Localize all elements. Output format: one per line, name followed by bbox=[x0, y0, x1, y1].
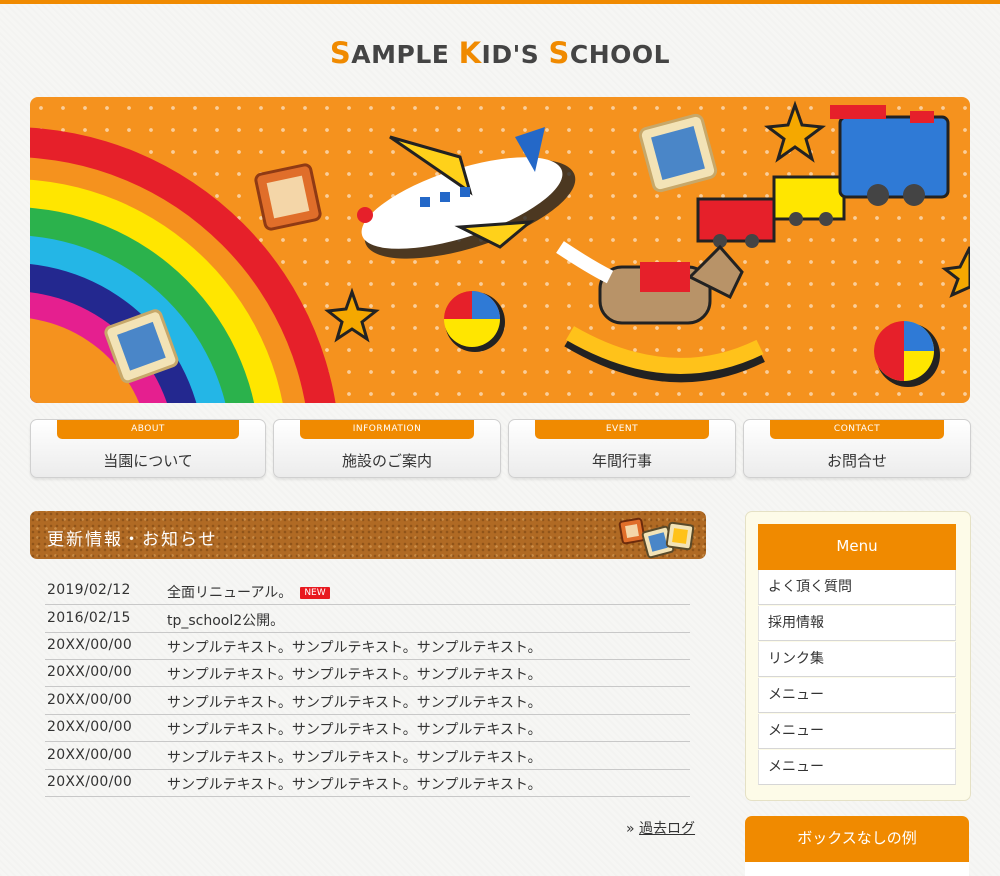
nav-label: 当園について bbox=[103, 452, 193, 470]
nav-item-contact[interactable]: CONTACT お問合せ bbox=[743, 419, 971, 478]
news-row: 20XX/00/00 サンプルテキスト。サンプルテキスト。サンプルテキスト。 bbox=[45, 659, 690, 687]
news-date: 20XX/00/00 bbox=[47, 719, 133, 735]
news-text[interactable]: サンプルテキスト。サンプルテキスト。サンプルテキスト。 bbox=[167, 664, 542, 684]
sidebar-item-menu[interactable]: メニュー bbox=[758, 678, 956, 713]
news-row: 2016/02/15 tp_school2公開。 bbox=[45, 605, 690, 633]
news-text[interactable]: サンプルテキスト。サンプルテキスト。サンプルテキスト。 bbox=[167, 774, 542, 794]
ball-image bbox=[444, 291, 505, 352]
sidebar-item-menu[interactable]: メニュー bbox=[758, 750, 956, 785]
site-logo[interactable]: SAMPLE KID'S SCHOOL bbox=[0, 36, 1000, 70]
hero-banner bbox=[30, 97, 970, 403]
nav-tag: INFORMATION bbox=[300, 420, 474, 439]
news-row: 20XX/00/00 サンプルテキスト。サンプルテキスト。サンプルテキスト。 bbox=[45, 632, 690, 660]
news-title: 更新情報・お知らせ bbox=[47, 530, 218, 550]
blocks-icon bbox=[618, 517, 695, 559]
block-toy-image bbox=[254, 163, 322, 231]
star-image bbox=[941, 246, 970, 298]
news-text[interactable]: サンプルテキスト。サンプルテキスト。サンプルテキスト。 bbox=[167, 637, 542, 657]
sidebar-item-recruit[interactable]: 採用情報 bbox=[758, 606, 956, 641]
nav-tag: ABOUT bbox=[57, 420, 239, 439]
news-row: 20XX/00/00 サンプルテキスト。サンプルテキスト。サンプルテキスト。 bbox=[45, 687, 690, 715]
sidebar-box2-title: ボックスなしの例 bbox=[745, 816, 969, 862]
past-log-arrow: » bbox=[626, 821, 635, 837]
rocking-horse-image bbox=[556, 241, 765, 383]
nav-label: お問合せ bbox=[826, 452, 887, 470]
news-date: 20XX/00/00 bbox=[47, 747, 133, 763]
news-text[interactable]: サンプルテキスト。サンプルテキスト。サンプルテキスト。 bbox=[167, 747, 542, 767]
block-toy-image bbox=[638, 113, 718, 193]
news-section-header: 更新情報・お知らせ bbox=[30, 511, 706, 559]
logo-text: ID'S bbox=[481, 40, 549, 69]
news-date: 20XX/00/00 bbox=[47, 664, 133, 680]
top-accent-bar bbox=[0, 0, 1000, 4]
logo-initial: K bbox=[458, 36, 482, 70]
star-image bbox=[324, 287, 380, 343]
news-text[interactable]: tp_school2公開。 bbox=[167, 610, 284, 630]
nav-label: 年間行事 bbox=[591, 452, 652, 470]
nav-item-about[interactable]: ABOUT 当園について bbox=[30, 419, 266, 478]
news-date: 20XX/00/00 bbox=[47, 692, 133, 708]
news-text[interactable]: サンプルテキスト。サンプルテキスト。サンプルテキスト。 bbox=[167, 719, 542, 739]
new-badge: NEW bbox=[300, 587, 330, 599]
news-date: 2016/02/15 bbox=[47, 610, 131, 626]
hero-illustration bbox=[30, 100, 970, 403]
sidebar-box2-body bbox=[745, 862, 969, 876]
nav-item-information[interactable]: INFORMATION 施設のご案内 bbox=[273, 419, 501, 478]
news-date: 20XX/00/00 bbox=[47, 637, 133, 653]
news-row: 20XX/00/00 サンプルテキスト。サンプルテキスト。サンプルテキスト。 bbox=[45, 714, 690, 742]
nav-tag: CONTACT bbox=[770, 420, 944, 439]
sidebar-item-menu[interactable]: メニュー bbox=[758, 714, 956, 749]
nav-tag: EVENT bbox=[535, 420, 709, 439]
ball-image bbox=[874, 321, 940, 387]
news-date: 2019/02/12 bbox=[47, 582, 131, 598]
nav-item-event[interactable]: EVENT 年間行事 bbox=[508, 419, 736, 478]
past-log-link[interactable]: 過去ログ bbox=[639, 821, 695, 837]
sidebar-menu-title: Menu bbox=[758, 524, 956, 570]
nav-label: 施設のご案内 bbox=[341, 452, 432, 470]
sidebar-item-faq[interactable]: よく頂く質問 bbox=[758, 570, 956, 605]
logo-text: AMPLE bbox=[351, 40, 459, 69]
news-date: 20XX/00/00 bbox=[47, 774, 133, 790]
past-log: » 過去ログ bbox=[626, 818, 695, 838]
news-row: 2019/02/12 全面リニューアル。 NEW bbox=[45, 577, 690, 605]
news-row: 20XX/00/00 サンプルテキスト。サンプルテキスト。サンプルテキスト。 bbox=[45, 742, 690, 770]
airplane-image bbox=[357, 127, 576, 259]
logo-initial: S bbox=[548, 36, 570, 70]
star-image bbox=[764, 100, 826, 163]
sidebar-item-links[interactable]: リンク集 bbox=[758, 642, 956, 677]
news-text[interactable]: 全面リニューアル。 bbox=[167, 585, 292, 601]
logo-initial: S bbox=[329, 36, 352, 70]
news-row: 20XX/00/00 サンプルテキスト。サンプルテキスト。サンプルテキスト。 bbox=[45, 769, 690, 797]
news-text-wrap: 全面リニューアル。 NEW bbox=[167, 582, 330, 602]
news-text[interactable]: サンプルテキスト。サンプルテキスト。サンプルテキスト。 bbox=[167, 692, 542, 712]
logo-text: CHOOL bbox=[569, 40, 671, 69]
